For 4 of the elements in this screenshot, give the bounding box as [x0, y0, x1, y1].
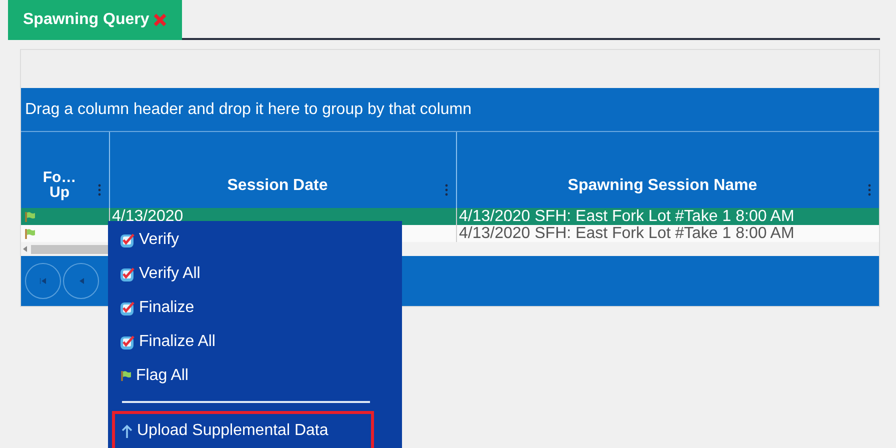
group-panel-hint: Drag a column header and drop it here to group by that column: [25, 100, 472, 120]
table-cell: 4/13/2020 SFH: East Fork Lot #Take 1 8:00 AM: [459, 208, 794, 225]
table-cell: 4/13/2020: [112, 208, 184, 225]
table-cell: 4/13/2020 SFH: East Fork Lot #Take 1 8:00 AM: [459, 225, 794, 242]
